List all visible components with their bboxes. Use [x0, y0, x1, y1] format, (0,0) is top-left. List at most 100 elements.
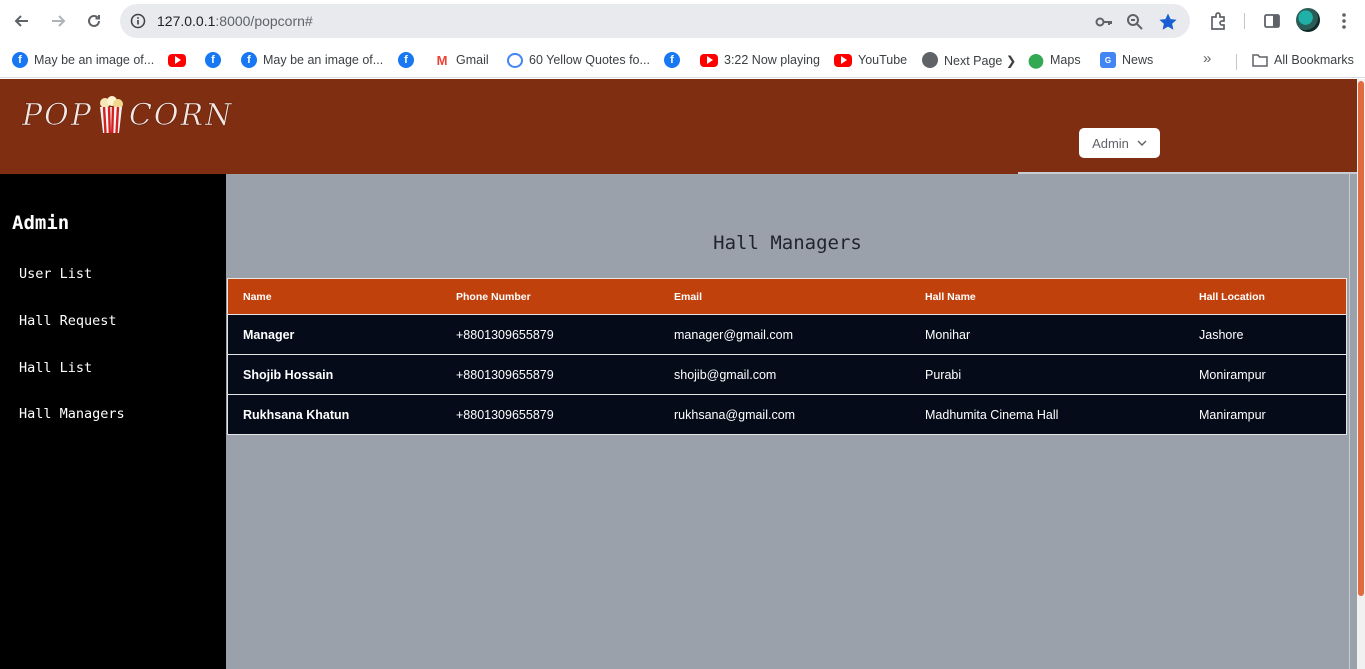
bookmark-item[interactable]: f: [664, 50, 680, 70]
google-icon: [507, 52, 523, 68]
back-button[interactable]: [9, 8, 35, 34]
page-scrollbar-thumb[interactable]: [1358, 81, 1364, 596]
cell-hall-location: Manirampur: [1199, 407, 1266, 422]
table-header-row: Name Phone Number Email Hall Name Hall L…: [227, 278, 1347, 315]
bookmark-item[interactable]: f May be an image of...: [12, 50, 154, 70]
facebook-icon: f: [205, 52, 221, 68]
bookmark-item[interactable]: YouTube: [834, 50, 907, 70]
sidebar: Admin User List Hall Request Hall List H…: [0, 174, 226, 669]
bookmark-item[interactable]: f: [398, 50, 414, 70]
page-title: Hall Managers: [713, 232, 862, 254]
bookmark-label: YouTube: [858, 53, 908, 67]
bookmark-label: News: [1122, 53, 1154, 67]
inner-scrollbar-track[interactable]: [1349, 174, 1357, 669]
column-header-hall-location: Hall Location: [1199, 290, 1265, 303]
bookmark-label: May be an image of...: [263, 53, 384, 67]
address-bar[interactable]: 127.0.0.1:8000/popcorn#: [120, 4, 1190, 38]
chevron-down-icon: [1137, 140, 1147, 146]
table-row: Manager +8801309655879 manager@gmail.com…: [227, 315, 1347, 355]
admin-dropdown[interactable]: Admin: [1079, 128, 1160, 158]
cell-hall-location: Jashore: [1199, 327, 1244, 342]
facebook-icon: f: [664, 52, 680, 68]
bookmark-item[interactable]: 3:22 Now playing: [700, 50, 820, 70]
cell-name: Manager: [243, 327, 295, 342]
url-text: 127.0.0.1:8000/popcorn#: [157, 13, 313, 29]
site-info-icon[interactable]: [128, 11, 148, 31]
bookmark-item[interactable]: ⬤ Maps: [1028, 50, 1081, 70]
cell-name: Shojib Hossain: [243, 367, 334, 382]
table-row: Rukhsana Khatun +8801309655879 rukhsana@…: [227, 395, 1347, 435]
column-header-email: Email: [674, 290, 703, 303]
sidebar-item-user-list[interactable]: User List: [19, 266, 92, 282]
bookmark-star-icon[interactable]: [1158, 12, 1178, 32]
youtube-icon: [834, 53, 852, 67]
password-key-icon[interactable]: [1094, 12, 1114, 32]
facebook-icon: f: [398, 52, 414, 68]
logo-text-left: POP: [22, 97, 93, 133]
sidebar-item-hall-list[interactable]: Hall List: [19, 360, 92, 376]
toolbar-divider: [1244, 13, 1245, 29]
all-bookmarks-label: All Bookmarks: [1274, 53, 1354, 67]
cell-name: Rukhsana Khatun: [243, 407, 350, 422]
bookmark-label: May be an image of...: [34, 53, 155, 67]
cell-hall-name: Purabi: [925, 367, 962, 382]
bookmark-label: Gmail: [456, 53, 489, 67]
bookmark-item[interactable]: M Gmail: [434, 50, 489, 70]
bookmark-item[interactable]: f: [205, 50, 221, 70]
facebook-icon: f: [12, 52, 28, 68]
arrow-left-icon: [14, 15, 28, 27]
forward-button[interactable]: [45, 8, 71, 34]
browser-toolbar: 127.0.0.1:8000/popcorn#: [0, 0, 1365, 42]
popcorn-bucket-icon: [99, 96, 123, 134]
side-panel-icon[interactable]: [1261, 10, 1283, 32]
bookmark-item[interactable]: Next Page ❯: [922, 50, 1016, 70]
bookmark-label: 3:22 Now playing: [724, 53, 820, 67]
more-bookmarks-chevron-icon[interactable]: »: [1203, 50, 1211, 67]
hall-managers-table: Name Phone Number Email Hall Name Hall L…: [227, 278, 1347, 435]
app-viewport: POP CORN Admin Admin User List Hall Requ…: [0, 79, 1365, 669]
youtube-icon: [700, 53, 718, 67]
extensions-icon[interactable]: [1207, 10, 1229, 32]
app-header: POP CORN Admin: [0, 79, 1357, 174]
table-row: Shojib Hossain +8801309655879 shojib@gma…: [227, 355, 1347, 395]
youtube-icon: [168, 53, 186, 67]
bookmark-item[interactable]: f May be an image of...: [241, 50, 383, 70]
cell-hall-name: Monihar: [925, 327, 971, 342]
sidebar-item-hall-managers[interactable]: Hall Managers: [19, 406, 125, 422]
bookmark-label: Maps: [1050, 53, 1081, 67]
reload-button[interactable]: [81, 8, 107, 34]
bookmarks-divider: [1236, 54, 1237, 70]
column-header-name: Name: [243, 290, 272, 303]
popcorn-logo[interactable]: POP CORN: [22, 91, 233, 139]
bookmark-label: Next Page ❯: [944, 53, 1017, 68]
url-host: 127.0.0.1: [157, 13, 216, 29]
globe-icon: [922, 52, 938, 68]
bookmark-label: 60 Yellow Quotes fo...: [529, 53, 650, 67]
arrow-right-icon: [52, 15, 66, 27]
url-path: :8000/popcorn#: [215, 13, 313, 29]
all-bookmarks-button[interactable]: All Bookmarks: [1252, 50, 1354, 70]
cell-phone: +8801309655879: [456, 327, 554, 342]
admin-dropdown-label: Admin: [1092, 135, 1129, 151]
column-header-phone: Phone Number: [456, 290, 531, 303]
facebook-icon: f: [241, 52, 257, 68]
maps-icon: ⬤: [1028, 51, 1044, 68]
bookmark-item[interactable]: 60 Yellow Quotes fo...: [507, 50, 650, 70]
bookmarks-bar: f May be an image of... f f May be an imag…: [0, 42, 1365, 78]
cell-hall-name: Madhumita Cinema Hall: [925, 407, 1059, 422]
main-content: Hall Managers Name Phone Number Email Ha…: [226, 174, 1349, 669]
sidebar-item-hall-request[interactable]: Hall Request: [19, 313, 117, 329]
cell-phone: +8801309655879: [456, 407, 554, 422]
profile-avatar[interactable]: [1296, 8, 1320, 32]
column-header-hall-name: Hall Name: [925, 290, 976, 303]
reload-icon: [88, 14, 100, 27]
kebab-menu-icon[interactable]: [1333, 10, 1355, 32]
folder-icon: [1252, 54, 1268, 67]
cell-phone: +8801309655879: [456, 367, 554, 382]
gmail-icon: M: [434, 52, 450, 68]
news-icon: G: [1100, 52, 1116, 68]
bookmark-item[interactable]: G News: [1100, 50, 1153, 70]
zoom-icon[interactable]: [1125, 12, 1145, 32]
bookmark-item[interactable]: [168, 50, 186, 70]
cell-hall-location: Monirampur: [1199, 367, 1266, 382]
